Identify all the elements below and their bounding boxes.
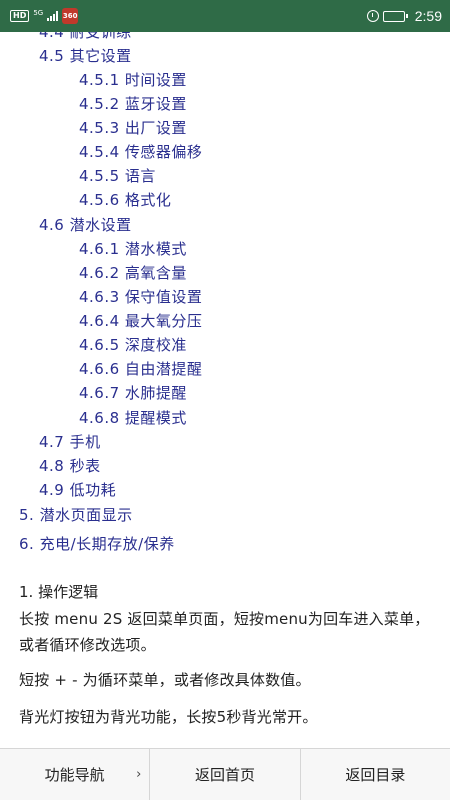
app-notification-icon: 360 (62, 8, 79, 24)
back-toc-button[interactable]: 返回目录 (301, 749, 450, 800)
toc-link[interactable]: 4.6.7 水肺提醒 (79, 383, 187, 403)
toc-link[interactable]: 4.5.5 语言 (79, 166, 156, 186)
toc-link[interactable]: 4.5.2 蓝牙设置 (79, 94, 187, 114)
toc-link[interactable]: 4.6.5 深度校准 (79, 335, 187, 355)
status-bar: HD 5G 360 2:59 (0, 0, 450, 32)
hd-icon: HD (10, 10, 30, 22)
signal-strength-icon (47, 11, 59, 21)
back-toc-label: 返回目录 (345, 766, 406, 784)
toc-link[interactable]: 5. 潜水页面显示 (19, 505, 133, 525)
bottom-navigation: 功能导航 › 返回首页 返回目录 (0, 748, 450, 800)
section-heading: 1. 操作逻辑 (19, 583, 99, 601)
paragraph: 长按 menu 2S 返回菜单页面，短按menu为回车进入菜单，或者循环修改选项… (19, 610, 430, 654)
article-content[interactable]: 4.4 耐受训练 4.5 其它设置 4.5.1 时间设置 4.5.2 蓝牙设置 … (0, 20, 450, 748)
toc-link[interactable]: 4.5.4 传感器偏移 (79, 142, 202, 162)
toc-link[interactable]: 4.7 手机 (39, 432, 101, 452)
toc-link[interactable]: 4.8 秒表 (39, 456, 101, 476)
alarm-icon (366, 10, 379, 22)
toc-link[interactable]: 4.6 潜水设置 (39, 215, 132, 235)
toc-link[interactable]: 4.6.1 潜水模式 (79, 239, 187, 259)
toc-link[interactable]: 6. 充电/长期存放/保养 (19, 534, 175, 554)
function-nav-button[interactable]: 功能导航 › (0, 749, 151, 800)
toc-link[interactable]: 4.6.8 提醒模式 (79, 408, 187, 428)
toc-link[interactable]: 4.5.6 格式化 (79, 190, 171, 210)
toc-link[interactable]: 4.6.3 保守值设置 (79, 287, 202, 307)
toc-link[interactable]: 4.5.3 出厂设置 (79, 118, 187, 138)
back-home-label: 返回首页 (194, 766, 255, 784)
paragraph: 短按 + - 为循环菜单，或者修改具体数值。 (19, 671, 311, 689)
network-type-label: 5G (33, 8, 44, 17)
status-bar-right: 2:59 (366, 8, 442, 24)
toc-link[interactable]: 4.6.4 最大氧分压 (79, 311, 202, 331)
function-nav-label: 功能导航 (44, 766, 105, 784)
paragraph: 背光灯按钮为背光功能，长按5秒背光常开。 (19, 708, 318, 726)
toc-link[interactable]: 4.6.2 高氧含量 (79, 263, 187, 283)
battery-icon (382, 10, 408, 22)
toc-link[interactable]: 4.9 低功耗 (39, 480, 116, 500)
toc-link[interactable]: 4.5 其它设置 (39, 46, 132, 66)
toc-link[interactable]: 4.6.6 自由潜提醒 (79, 359, 202, 379)
toc-link[interactable]: 4.5.1 时间设置 (79, 70, 187, 90)
status-bar-left: HD 5G 360 (10, 8, 79, 24)
status-time: 2:59 (414, 8, 442, 24)
chevron-right-icon: › (136, 767, 142, 782)
back-home-button[interactable]: 返回首页 (150, 749, 301, 800)
